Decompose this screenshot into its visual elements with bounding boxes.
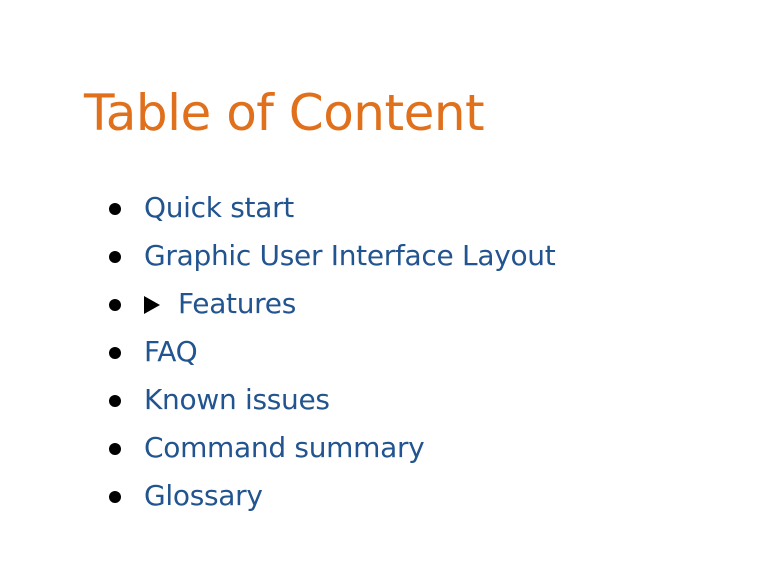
bullet-dot-icon [109, 347, 121, 359]
bullet-dot-icon [109, 299, 121, 311]
toc-link-glossary[interactable]: Glossary [144, 472, 263, 520]
toc-item-quick-start: Quick start [0, 184, 768, 232]
bullet-dot-icon [109, 251, 121, 263]
toc-link-features[interactable]: Features [178, 280, 296, 328]
bullet-dot-icon [109, 395, 121, 407]
bullet-dot-icon [109, 443, 121, 455]
toc-item-gui-layout: Graphic User Interface Layout [0, 232, 768, 280]
toc-item-features: Features [0, 280, 768, 328]
toc-link-command-summary[interactable]: Command summary [144, 424, 425, 472]
toc-link-faq[interactable]: FAQ [144, 328, 198, 376]
toc-link-known-issues[interactable]: Known issues [144, 376, 330, 424]
disclosure-triangle-right-icon[interactable] [144, 296, 160, 314]
toc-item-faq: FAQ [0, 328, 768, 376]
toc-link-quick-start[interactable]: Quick start [144, 184, 294, 232]
bullet-dot-icon [109, 203, 121, 215]
bullet-dot-icon [109, 491, 121, 503]
table-of-contents-page: Table of Content Quick start Graphic Use… [0, 0, 768, 567]
toc-item-command-summary: Command summary [0, 424, 768, 472]
toc-title: Table of Content [84, 84, 485, 142]
toc-item-glossary: Glossary [0, 472, 768, 520]
toc-link-gui-layout[interactable]: Graphic User Interface Layout [144, 232, 556, 280]
toc-list: Quick start Graphic User Interface Layou… [0, 184, 768, 520]
toc-item-known-issues: Known issues [0, 376, 768, 424]
